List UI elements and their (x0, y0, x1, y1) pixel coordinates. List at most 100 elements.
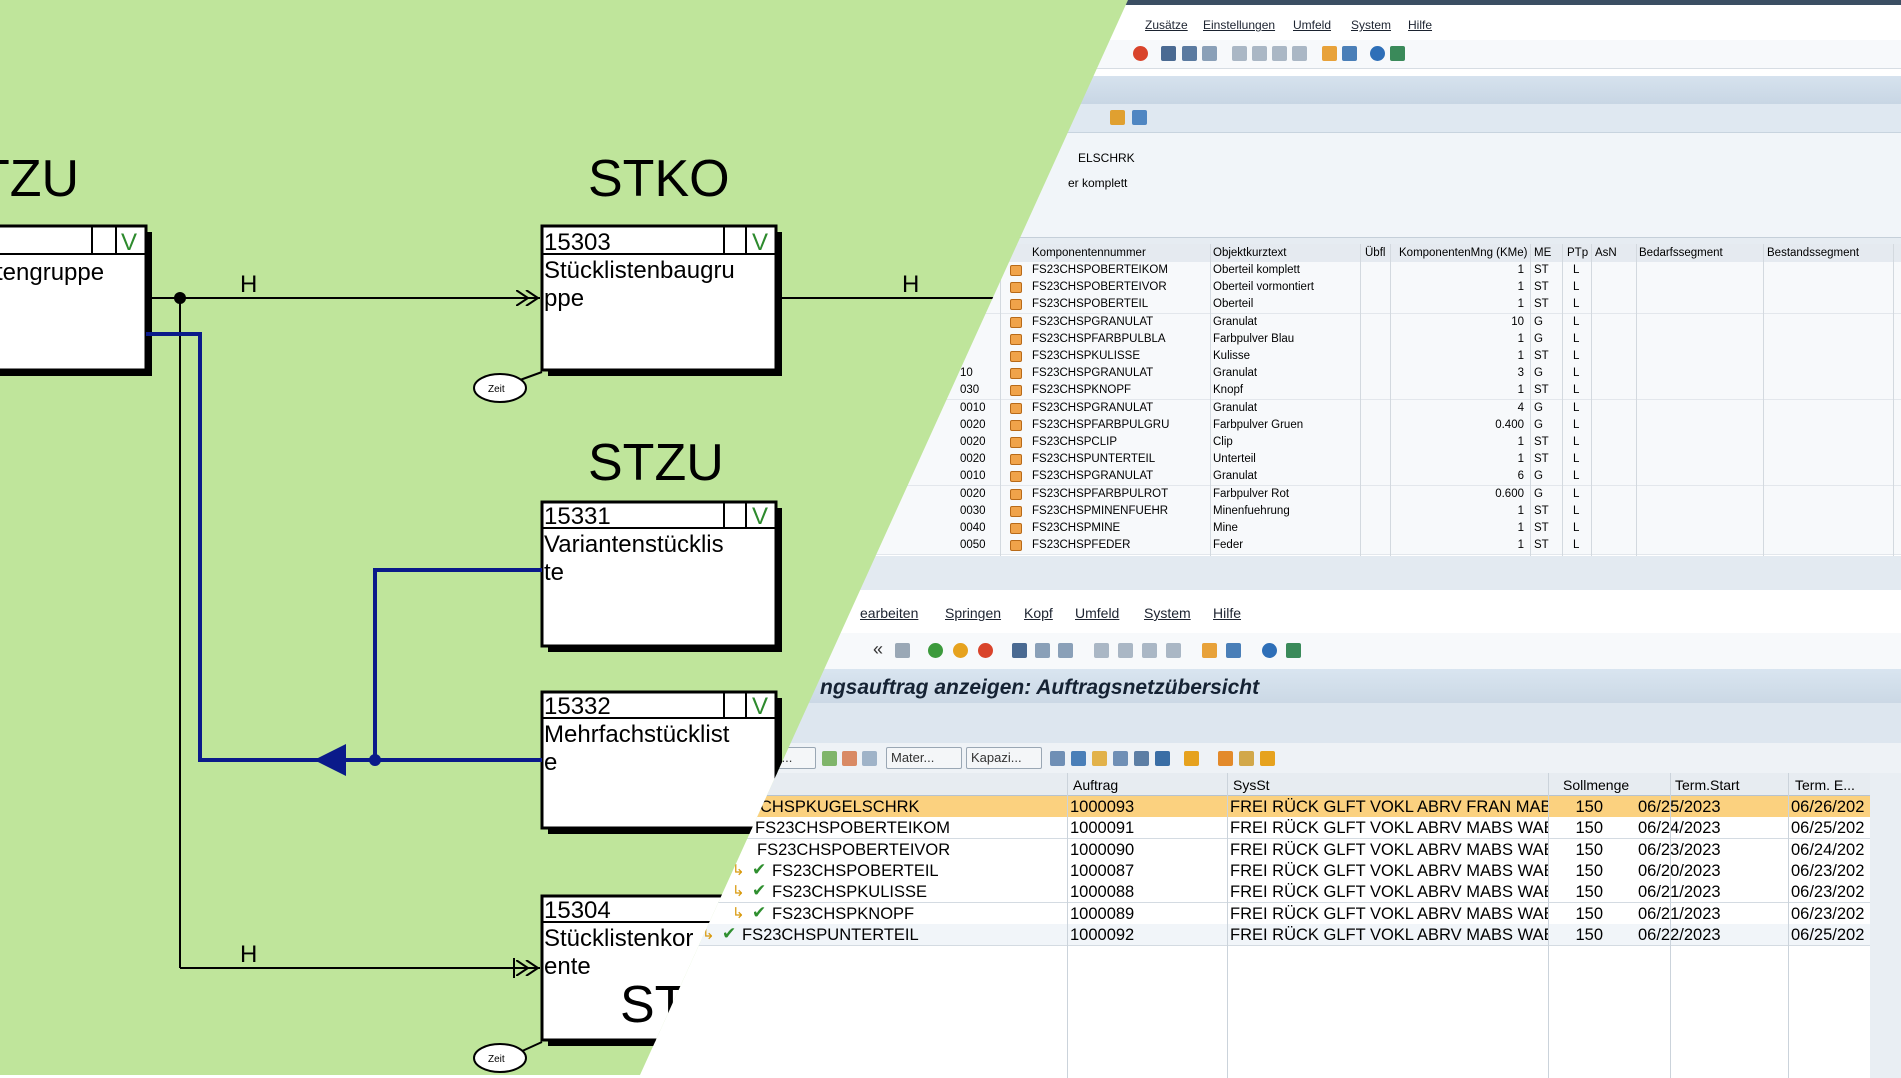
sort-icon[interactable] (1092, 751, 1107, 766)
layout-menu-icon[interactable] (1286, 643, 1301, 658)
entity-title-stko: STKO (588, 150, 730, 208)
first-page-icon[interactable] (1232, 46, 1247, 61)
print-list-icon[interactable] (1071, 751, 1086, 766)
component-number: FS23CHSPKULISSE (1032, 350, 1141, 362)
entity-box-15303[interactable]: 15303 V Stücklistenbaugru ppe (540, 224, 782, 376)
menu-springen[interactable]: Springen (945, 605, 1001, 621)
hierarchy-icon[interactable] (1050, 751, 1065, 766)
shortcut-icon[interactable] (1226, 643, 1241, 658)
filter-icon[interactable] (1113, 751, 1128, 766)
menu-einstellungen[interactable]: Einstellungen (1203, 18, 1275, 32)
shortcut-icon[interactable] (1342, 46, 1357, 61)
unit: G (1534, 332, 1543, 345)
system-status: FREI RÜCK GLFT VOKL ABRV MABS WAB (1230, 840, 1548, 859)
previous-page-icon[interactable] (1252, 46, 1267, 61)
col-term-ende[interactable]: Term. E... (1795, 777, 1855, 793)
help-icon[interactable] (1262, 643, 1277, 658)
capacity-button[interactable]: Kapazi... (966, 747, 1042, 769)
entity-name-cont: te (544, 559, 564, 586)
print-icon[interactable] (1012, 643, 1027, 658)
order-number: 1000093 (1070, 798, 1135, 816)
select-layout-icon[interactable] (1134, 751, 1149, 766)
back-icon[interactable] (928, 643, 943, 658)
component-number: FS23CHSPKNOPF (1032, 384, 1132, 397)
print-icon[interactable] (1161, 46, 1176, 61)
last-page-icon[interactable] (1292, 46, 1307, 61)
col-auftrag[interactable]: Auftrag (1073, 777, 1118, 793)
col-uebfl[interactable]: Übfl (1365, 247, 1385, 259)
network-icon[interactable] (1260, 751, 1275, 766)
expand-icon[interactable] (1110, 110, 1125, 125)
item-number: 0020 (960, 453, 986, 466)
next-page-icon[interactable] (1272, 46, 1287, 61)
item-number: 0030 (960, 504, 986, 517)
cancel-icon[interactable] (978, 643, 993, 658)
entity-title-stzu-left: TZU (0, 150, 79, 208)
document-icon[interactable] (842, 751, 857, 766)
target-quantity: 150 (1575, 904, 1603, 923)
entity-box-15331[interactable]: 15331 V Variantenstücklis te (540, 500, 782, 652)
entity-name: Mehrfachstücklist (544, 721, 730, 748)
layout-menu-icon[interactable] (1390, 46, 1405, 61)
material-button[interactable]: Mater... (886, 747, 962, 769)
export-icon[interactable] (1184, 751, 1199, 766)
object-text: Oberteil (1213, 298, 1254, 311)
system-status: FREI RÜCK GLFT VOKL ABRV MABS WAB (1230, 819, 1548, 838)
col-komponentennummer[interactable]: Komponentennummer (1032, 247, 1146, 259)
menu-bearbeiten[interactable]: earbeiten (860, 605, 918, 621)
material-number: FS23CHSPOBERTEIVOR (757, 840, 951, 859)
graphic-icon[interactable] (1218, 751, 1233, 766)
target-quantity: 150 (1575, 883, 1603, 902)
menu-kopf[interactable]: Kopf (1024, 605, 1053, 621)
last-page-icon[interactable] (1166, 643, 1181, 658)
structure-icon[interactable] (1132, 110, 1147, 125)
next-page-icon[interactable] (1142, 643, 1157, 658)
menu-hilfe[interactable]: Hilfe (1213, 605, 1241, 621)
menu-zusaetze[interactable]: Zusätze (1145, 18, 1188, 32)
list-icon[interactable] (862, 751, 877, 766)
col-asn[interactable]: AsN (1595, 247, 1617, 259)
menu-system[interactable]: System (1351, 18, 1391, 32)
col-me[interactable]: ME (1534, 247, 1551, 259)
flag-icon[interactable] (822, 751, 837, 766)
col-bestandssegment[interactable]: Bestandssegment (1767, 247, 1859, 259)
first-page-icon[interactable] (1094, 643, 1109, 658)
system-status: FREI RÜCK GLFT VOKL ABRV FRAN MABS (1230, 798, 1548, 816)
find-next-icon[interactable] (1202, 46, 1217, 61)
item-number: 0010 (960, 401, 986, 414)
menu-system[interactable]: System (1144, 605, 1191, 621)
col-ptp[interactable]: PTp (1567, 247, 1588, 259)
col-sysst[interactable]: SysSt (1233, 777, 1270, 793)
col-objektkurztext[interactable]: Objektkurztext (1213, 247, 1287, 259)
col-term-start[interactable]: Term.Start (1675, 777, 1740, 793)
object-text: Farbpulver Rot (1213, 487, 1290, 500)
save-icon[interactable] (895, 643, 910, 658)
scheduled-end: 06/24/202 (1791, 840, 1865, 859)
previous-page-icon[interactable] (1118, 643, 1133, 658)
menu-hilfe[interactable]: Hilfe (1408, 18, 1432, 32)
cancel-icon[interactable] (1133, 46, 1148, 61)
entity-id: 15303 (544, 229, 611, 256)
save-layout-icon[interactable] (1155, 751, 1170, 766)
help-icon[interactable] (1370, 46, 1385, 61)
col-komponentenmng[interactable]: KomponentenMng (KMe) (1399, 247, 1527, 259)
new-session-icon[interactable] (1202, 643, 1217, 658)
vertical-scrollbar[interactable] (1870, 773, 1901, 1078)
entity-box-15332[interactable]: 15332 V Mehrfachstücklist e (540, 690, 782, 834)
time-label: Zeit (488, 1054, 505, 1065)
find-icon[interactable] (1182, 46, 1197, 61)
col-divider (1893, 244, 1894, 556)
find-icon[interactable] (1035, 643, 1050, 658)
col-divider (1227, 773, 1228, 1078)
entity-name: Stücklistenbaugru (544, 257, 735, 284)
exit-icon[interactable] (953, 643, 968, 658)
col-sollmenge[interactable]: Sollmenge (1563, 777, 1629, 793)
menu-umfeld[interactable]: Umfeld (1075, 605, 1119, 621)
unit: ST (1534, 264, 1549, 276)
find-next-icon[interactable] (1058, 643, 1073, 658)
col-bedarfssegment[interactable]: Bedarfssegment (1639, 247, 1723, 259)
double-left-icon[interactable]: « (873, 639, 883, 660)
menu-umfeld[interactable]: Umfeld (1293, 18, 1331, 32)
chart-icon[interactable] (1239, 751, 1254, 766)
new-session-icon[interactable] (1322, 46, 1337, 61)
